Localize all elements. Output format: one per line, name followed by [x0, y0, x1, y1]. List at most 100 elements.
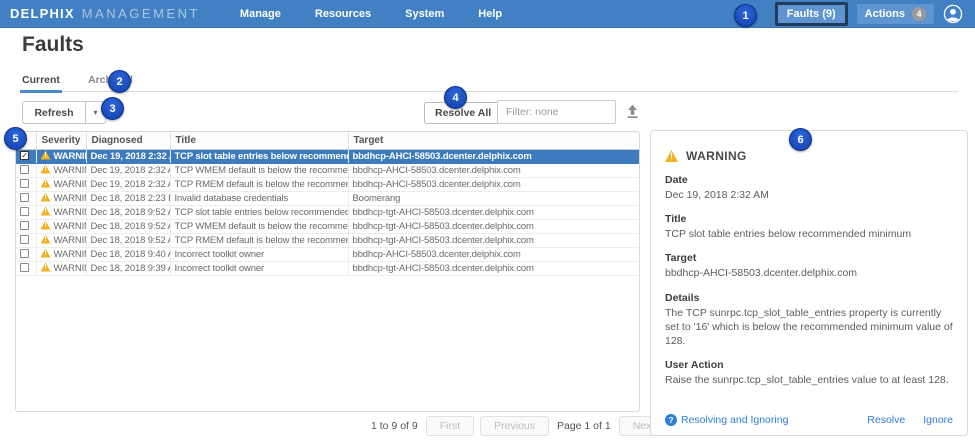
annotation-callout-2: 2	[108, 70, 131, 93]
row-checkbox[interactable]	[20, 165, 29, 174]
panel-title-section: Title TCP slot table entries below recom…	[665, 213, 953, 241]
table-row[interactable]: WARNING Dec 19, 2018 2:32 AM TCP RMEM de…	[16, 177, 639, 191]
annotation-callout-4: 4	[444, 86, 467, 109]
row-title-cell: TCP WMEM default is below the recommende…	[170, 219, 348, 233]
nav-item-system[interactable]: System	[405, 8, 444, 20]
row-target-cell: Boomerang	[348, 191, 639, 205]
row-checkbox-cell	[16, 247, 36, 261]
row-checkbox[interactable]	[20, 249, 29, 258]
faults-table-body: ✓ WARNING Dec 19, 2018 2:32 AM TCP slot …	[16, 149, 639, 275]
table-row[interactable]: WARNING Dec 19, 2018 2:32 AM TCP WMEM de…	[16, 163, 639, 177]
row-checkbox[interactable]	[20, 221, 29, 230]
row-checkbox-cell	[16, 205, 36, 219]
annotation-callout-5: 5	[4, 127, 27, 150]
table-row[interactable]: ✓ WARNING Dec 19, 2018 2:32 AM TCP slot …	[16, 149, 639, 163]
brand-secondary: MANAGEMENT	[82, 6, 200, 21]
row-title-cell: TCP slot table entries below recommended…	[170, 149, 348, 163]
pagination-previous-button[interactable]: Previous	[480, 416, 549, 436]
brand-logo: DELPHIX MANAGEMENT	[10, 6, 200, 21]
warning-icon	[41, 151, 51, 160]
panel-date-label: Date	[665, 174, 953, 186]
refresh-split-button: Refresh ▾	[22, 101, 106, 124]
resolve-link[interactable]: Resolve	[867, 414, 905, 426]
pagination-first-button[interactable]: First	[426, 416, 474, 436]
nav-item-help[interactable]: Help	[478, 8, 502, 20]
row-checkbox-cell	[16, 233, 36, 247]
header-title: Title	[170, 132, 348, 149]
user-profile-icon[interactable]	[943, 4, 963, 24]
row-checkbox[interactable]	[20, 193, 29, 202]
row-checkbox[interactable]	[20, 235, 29, 244]
row-checkbox-cell	[16, 261, 36, 275]
row-diagnosed-cell: Dec 18, 2018 9:52 AM	[86, 219, 170, 233]
table-row[interactable]: WARNING Dec 18, 2018 9:52 AM TCP WMEM de…	[16, 219, 639, 233]
ignore-link[interactable]: Ignore	[923, 414, 953, 426]
row-target-cell: bbdhcp-tgt-AHCI-58503.dcenter.delphix.co…	[348, 219, 639, 233]
row-severity-cell: WARNING	[36, 219, 86, 233]
nav-item-manage[interactable]: Manage	[240, 8, 281, 20]
table-row[interactable]: WARNING Dec 18, 2018 9:52 AM TCP slot ta…	[16, 205, 639, 219]
row-diagnosed-cell: Dec 18, 2018 9:40 AM	[86, 247, 170, 261]
row-checkbox-cell	[16, 163, 36, 177]
annotation-callout-1: 1	[734, 4, 757, 27]
row-severity-cell: WARNING	[36, 233, 86, 247]
panel-header: WARNING	[665, 149, 953, 163]
row-title-cell: TCP slot table entries below recommended…	[170, 205, 348, 219]
row-checkbox[interactable]	[20, 207, 29, 216]
row-target-cell: bbdhcp-tgt-AHCI-58503.dcenter.delphix.co…	[348, 205, 639, 219]
table-row[interactable]: WARNING Dec 18, 2018 2:23 PM Invalid dat…	[16, 191, 639, 205]
panel-date-section: Date Dec 19, 2018 2:32 AM	[665, 174, 953, 202]
panel-target-value: bbdhcp-AHCI-58503.dcenter.delphix.com	[665, 266, 953, 280]
tab-current[interactable]: Current	[22, 74, 60, 91]
warning-icon	[41, 165, 51, 174]
topbar-right: Faults (9) Actions 4	[775, 2, 963, 26]
panel-date-value: Dec 19, 2018 2:32 AM	[665, 188, 953, 202]
row-target-cell: bbdhcp-AHCI-58503.dcenter.delphix.com	[348, 247, 639, 261]
row-target-cell: bbdhcp-AHCI-58503.dcenter.delphix.com	[348, 177, 639, 191]
annotation-callout-3: 3	[101, 97, 124, 120]
warning-icon	[41, 221, 51, 230]
panel-target-section: Target bbdhcp-AHCI-58503.dcenter.delphix…	[665, 252, 953, 280]
export-upload-icon[interactable]	[622, 103, 642, 123]
resolving-ignoring-help-link[interactable]: ? Resolving and Ignoring	[665, 414, 788, 426]
row-title-cell: Invalid database credentials	[170, 191, 348, 205]
warning-icon	[41, 207, 51, 216]
row-title-cell: TCP RMEM default is below the recommende…	[170, 177, 348, 191]
faults-button[interactable]: Faults (9)	[775, 2, 848, 26]
panel-title-value: TCP slot table entries below recommended…	[665, 227, 953, 241]
panel-footer: ? Resolving and Ignoring Resolve Ignore	[665, 414, 953, 426]
row-severity-cell: WARNING	[36, 261, 86, 275]
refresh-button[interactable]: Refresh	[22, 101, 86, 124]
table-row[interactable]: WARNING Dec 18, 2018 9:52 AM TCP RMEM de…	[16, 233, 639, 247]
warning-icon	[41, 263, 51, 272]
table-row[interactable]: WARNING Dec 18, 2018 9:39 AM Incorrect t…	[16, 261, 639, 275]
row-diagnosed-cell: Dec 19, 2018 2:32 AM	[86, 177, 170, 191]
header-diagnosed: Diagnosed	[86, 132, 170, 149]
row-title-cell: TCP WMEM default is below the recommende…	[170, 163, 348, 177]
row-title-cell: Incorrect toolkit owner	[170, 261, 348, 275]
row-severity-cell: WARNING	[36, 149, 86, 163]
row-target-cell: bbdhcp-AHCI-58503.dcenter.delphix.com	[348, 149, 639, 163]
panel-details-label: Details	[665, 292, 953, 304]
table-row[interactable]: WARNING Dec 18, 2018 9:40 AM Incorrect t…	[16, 247, 639, 261]
row-severity-cell: WARNING	[36, 177, 86, 191]
pagination-summary: 1 to 9 of 9	[371, 420, 418, 432]
panel-target-label: Target	[665, 252, 953, 264]
row-checkbox[interactable]	[20, 179, 29, 188]
panel-details-value: The TCP sunrpc.tcp_slot_table_entries pr…	[665, 306, 953, 349]
nav-menu: Manage Resources System Help	[240, 8, 502, 20]
actions-count-badge: 4	[912, 7, 926, 21]
panel-severity: WARNING	[686, 149, 747, 163]
nav-item-resources[interactable]: Resources	[315, 8, 371, 20]
row-target-cell: bbdhcp-AHCI-58503.dcenter.delphix.com	[348, 163, 639, 177]
warning-icon	[41, 249, 51, 258]
actions-button[interactable]: Actions 4	[857, 4, 934, 24]
row-checkbox[interactable]: ✓	[20, 151, 29, 160]
row-checkbox[interactable]	[20, 263, 29, 272]
panel-action-links: Resolve Ignore	[867, 414, 953, 426]
filter-input[interactable]	[497, 100, 616, 124]
tab-bar: Current Archived	[20, 74, 958, 92]
row-checkbox-cell	[16, 219, 36, 233]
actions-button-label: Actions	[865, 8, 905, 20]
panel-user-action-section: User Action Raise the sunrpc.tcp_slot_ta…	[665, 359, 953, 387]
